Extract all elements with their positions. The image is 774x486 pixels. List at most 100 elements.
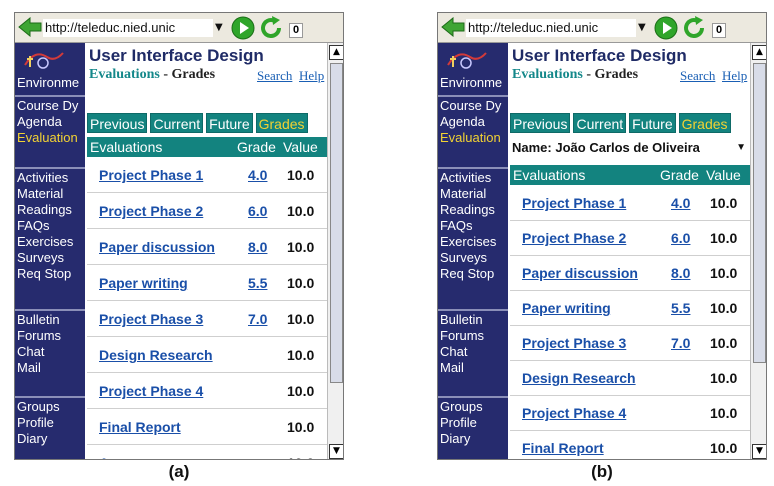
tab-current[interactable]: Current bbox=[150, 113, 204, 133]
sidebar-item-material[interactable]: Material bbox=[440, 187, 508, 201]
sidebar-item-activities[interactable]: Activities bbox=[440, 171, 508, 185]
scroll-down-icon[interactable]: ▼ bbox=[752, 444, 766, 459]
sidebar-item-agenda[interactable]: Agenda bbox=[17, 115, 85, 129]
search-link[interactable]: Search bbox=[680, 68, 715, 84]
evaluation-link[interactable]: Project Phase 4 bbox=[99, 383, 203, 399]
sidebar-item-exercises[interactable]: Exercises bbox=[440, 235, 508, 249]
evaluation-link[interactable]: Final Report bbox=[522, 440, 604, 456]
sidebar-item-forums[interactable]: Forums bbox=[440, 329, 508, 343]
sidebar-item-groups[interactable]: Groups bbox=[17, 400, 85, 414]
go-play-icon[interactable] bbox=[654, 16, 678, 40]
sidebar-item-material[interactable]: Material bbox=[17, 187, 85, 201]
sidebar-item-course-dy[interactable]: Course Dy bbox=[440, 99, 508, 113]
grade-link[interactable]: 7.0 bbox=[248, 311, 267, 327]
reload-icon[interactable] bbox=[682, 16, 706, 40]
grade-link[interactable]: 6.0 bbox=[671, 230, 690, 246]
scroll-thumb[interactable] bbox=[330, 63, 343, 383]
sidebar-item-evaluation[interactable]: Evaluation bbox=[17, 131, 85, 145]
sidebar-item-chat[interactable]: Chat bbox=[17, 345, 85, 359]
sidebar-item-course-dy[interactable]: Course Dy bbox=[17, 99, 85, 113]
sidebar-item-req-stop[interactable]: Req Stop bbox=[17, 267, 85, 281]
evaluation-link[interactable]: Project Phase 3 bbox=[522, 335, 626, 351]
sidebar-item-mail[interactable]: Mail bbox=[440, 361, 508, 375]
evaluation-link[interactable]: Paper discussion bbox=[99, 239, 215, 255]
grade-link[interactable]: 4.0 bbox=[248, 167, 267, 183]
grade-link[interactable]: 5.5 bbox=[248, 275, 267, 291]
sidebar-item-forums[interactable]: Forums bbox=[17, 329, 85, 343]
scroll-thumb[interactable] bbox=[753, 63, 766, 363]
tab-current[interactable]: Current bbox=[573, 113, 627, 133]
value-cell: 10.0 bbox=[287, 347, 315, 363]
evaluation-link[interactable]: Paper writing bbox=[522, 300, 611, 316]
evaluation-link[interactable]: Average bbox=[99, 455, 154, 459]
evaluation-link[interactable]: Project Phase 2 bbox=[99, 203, 203, 219]
tab-counter[interactable]: 0 bbox=[712, 23, 726, 38]
url-input[interactable]: http://teleduc.nied.unic bbox=[466, 19, 636, 37]
help-link[interactable]: Help bbox=[299, 68, 324, 84]
grade-link[interactable]: 8.0 bbox=[248, 239, 267, 255]
sidebar-item-surveys[interactable]: Surveys bbox=[440, 251, 508, 265]
sidebar-item-mail[interactable]: Mail bbox=[17, 361, 85, 375]
sidebar-item-readings[interactable]: Readings bbox=[440, 203, 508, 217]
scroll-down-icon[interactable]: ▼ bbox=[329, 444, 343, 459]
tab-counter[interactable]: 0 bbox=[289, 23, 303, 38]
back-arrow-icon[interactable] bbox=[18, 16, 42, 38]
evaluation-link[interactable]: Design Research bbox=[99, 347, 213, 363]
sidebar-item-diary[interactable]: Diary bbox=[440, 432, 508, 446]
back-arrow-icon[interactable] bbox=[441, 16, 465, 38]
sidebar-item-req-stop[interactable]: Req Stop bbox=[440, 267, 508, 281]
sidebar-item-faqs[interactable]: FAQs bbox=[440, 219, 508, 233]
value-cell: 10.0 bbox=[287, 275, 315, 291]
vertical-scrollbar[interactable]: ▲ ▼ bbox=[750, 43, 766, 459]
sidebar-item-exercises[interactable]: Exercises bbox=[17, 235, 85, 249]
evaluation-link[interactable]: Paper writing bbox=[99, 275, 188, 291]
sidebar-item-agenda[interactable]: Agenda bbox=[440, 115, 508, 129]
tab-future[interactable]: Future bbox=[206, 113, 253, 133]
sidebar-item-chat[interactable]: Chat bbox=[440, 345, 508, 359]
table-row: Project Phase 4 10.0 bbox=[510, 397, 750, 431]
tab-previous[interactable]: Previous bbox=[510, 113, 571, 133]
sidebar-item-evaluation[interactable]: Evaluation bbox=[440, 131, 508, 145]
evaluation-link[interactable]: Paper discussion bbox=[522, 265, 638, 281]
sidebar-item-profile[interactable]: Profile bbox=[17, 416, 85, 430]
go-play-icon[interactable] bbox=[231, 16, 255, 40]
grade-link[interactable]: 4.0 bbox=[671, 195, 690, 211]
sidebar-item-environme[interactable]: Environme bbox=[17, 76, 85, 90]
scroll-up-icon[interactable]: ▲ bbox=[329, 45, 343, 60]
sidebar-item-bulletin[interactable]: Bulletin bbox=[17, 313, 85, 327]
evaluation-link[interactable]: Project Phase 1 bbox=[522, 195, 626, 211]
evaluation-link[interactable]: Final Report bbox=[99, 419, 181, 435]
tab-future[interactable]: Future bbox=[629, 113, 676, 133]
scroll-up-icon[interactable]: ▲ bbox=[752, 45, 766, 60]
chevron-down-icon[interactable]: ▼ bbox=[736, 137, 746, 159]
tab-grades[interactable]: Grades bbox=[678, 113, 731, 133]
url-dropdown-icon[interactable]: ▼ bbox=[638, 21, 648, 35]
evaluation-link[interactable]: Project Phase 1 bbox=[99, 167, 203, 183]
sidebar-item-groups[interactable]: Groups bbox=[440, 400, 508, 414]
sidebar-item-readings[interactable]: Readings bbox=[17, 203, 85, 217]
evaluation-link[interactable]: Project Phase 4 bbox=[522, 405, 626, 421]
tab-previous[interactable]: Previous bbox=[87, 113, 148, 133]
reload-icon[interactable] bbox=[259, 16, 283, 40]
sidebar-item-environme[interactable]: Environme bbox=[440, 76, 508, 90]
grade-link[interactable]: 5.5 bbox=[671, 300, 690, 316]
search-link[interactable]: Search bbox=[257, 68, 292, 84]
url-dropdown-icon[interactable]: ▼ bbox=[215, 21, 225, 35]
grade-link[interactable]: 7.0 bbox=[671, 335, 690, 351]
help-link[interactable]: Help bbox=[722, 68, 747, 84]
sidebar-item-surveys[interactable]: Surveys bbox=[17, 251, 85, 265]
url-input[interactable]: http://teleduc.nied.unic bbox=[43, 19, 213, 37]
sidebar-item-faqs[interactable]: FAQs bbox=[17, 219, 85, 233]
grade-link[interactable]: 8.0 bbox=[671, 265, 690, 281]
evaluation-link[interactable]: Design Research bbox=[522, 370, 636, 386]
sidebar-item-bulletin[interactable]: Bulletin bbox=[440, 313, 508, 327]
evaluation-link[interactable]: Project Phase 3 bbox=[99, 311, 203, 327]
student-name-select[interactable]: Name: João Carlos de Oliveira ▼ bbox=[512, 137, 748, 159]
sidebar-item-diary[interactable]: Diary bbox=[17, 432, 85, 446]
vertical-scrollbar[interactable]: ▲ ▼ bbox=[327, 43, 343, 459]
grade-link[interactable]: 6.0 bbox=[248, 203, 267, 219]
sidebar-item-activities[interactable]: Activities bbox=[17, 171, 85, 185]
tab-grades[interactable]: Grades bbox=[255, 113, 308, 133]
sidebar-item-profile[interactable]: Profile bbox=[440, 416, 508, 430]
evaluation-link[interactable]: Project Phase 2 bbox=[522, 230, 626, 246]
